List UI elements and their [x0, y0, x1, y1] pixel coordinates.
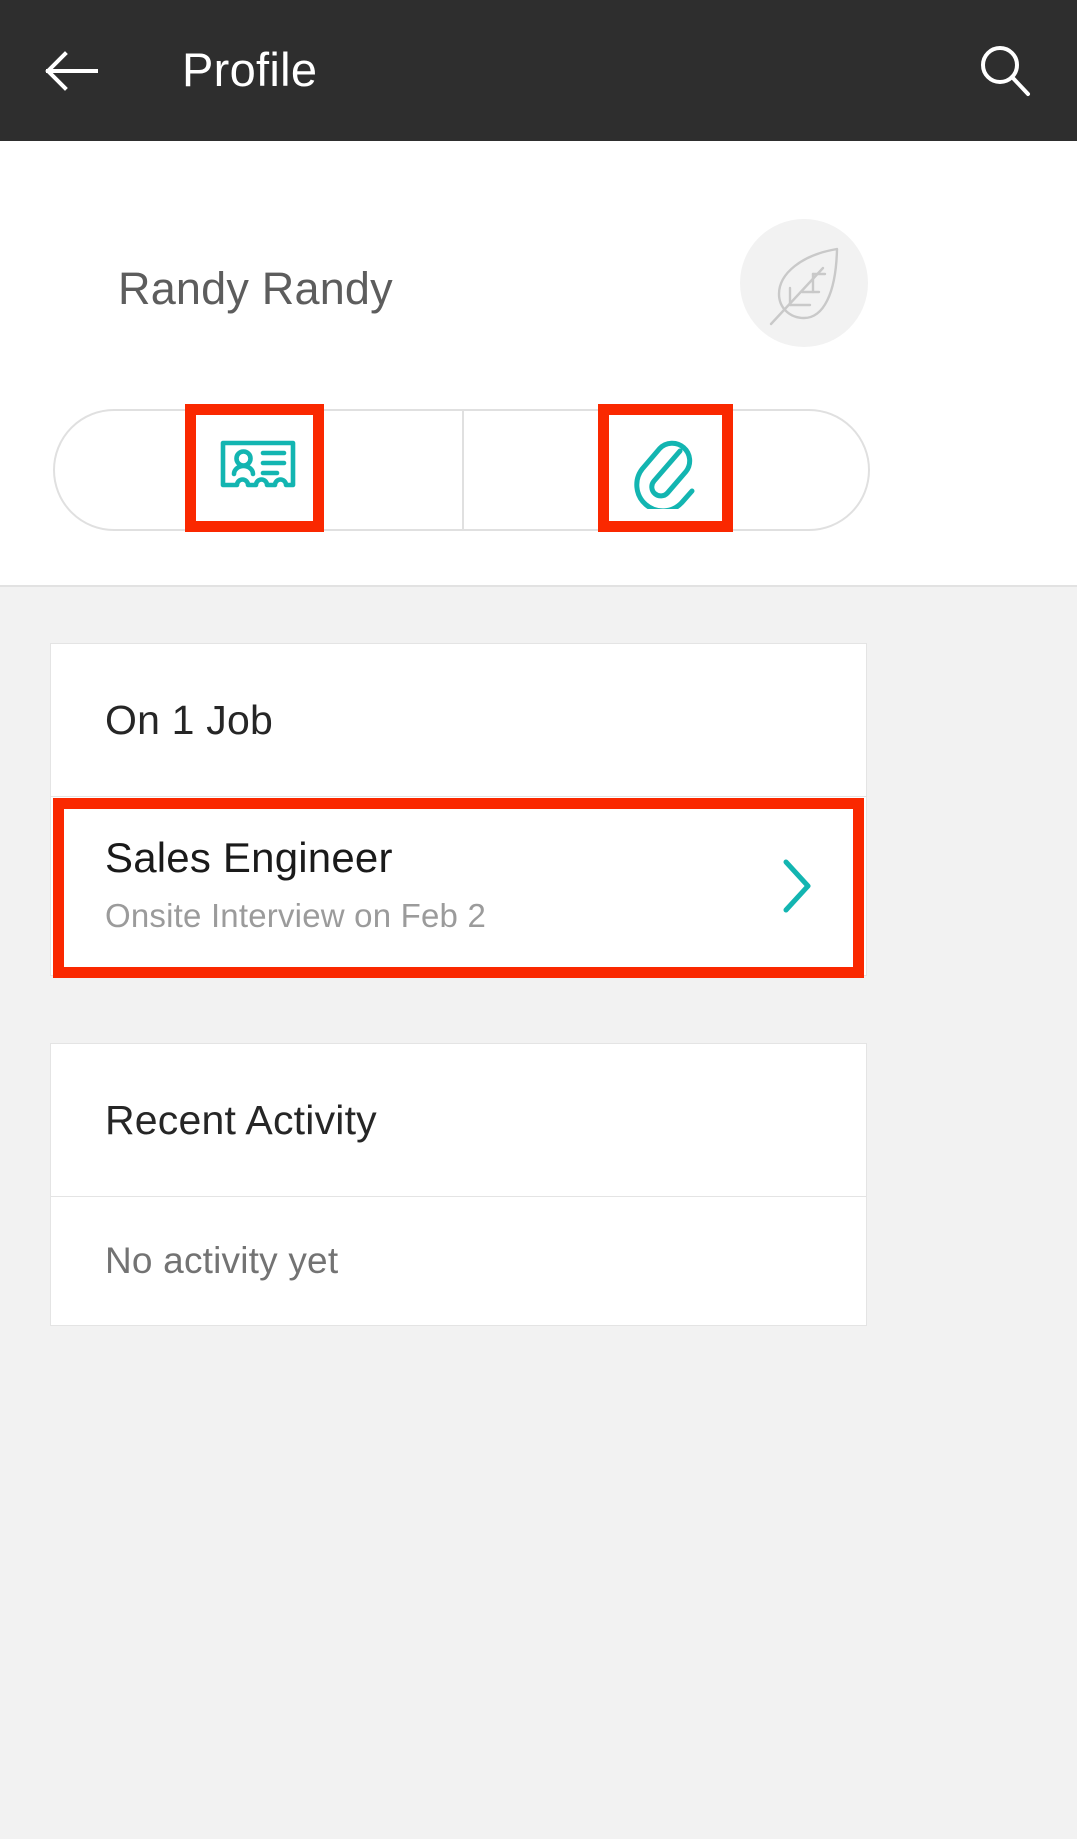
activity-card-title: Recent Activity	[105, 1096, 377, 1143]
arrow-left-icon	[45, 51, 98, 91]
activity-empty-text: No activity yet	[105, 1240, 339, 1281]
back-button[interactable]	[44, 44, 98, 98]
profile-tab-bar	[53, 409, 870, 531]
jobs-card-title: On 1 Job	[105, 696, 273, 743]
profile-screen: Profile Randy Randy On 1 Job Sales Engin…	[0, 0, 1077, 1839]
job-row-texts: Sales Engineer Onsite Interview on Feb 2	[105, 831, 774, 941]
contact-card-icon	[220, 440, 296, 488]
activity-card-header: Recent Activity	[51, 1044, 866, 1197]
job-subtitle: Onsite Interview on Feb 2	[105, 897, 487, 934]
app-bar: Profile	[0, 0, 1077, 141]
job-row-chevron[interactable]	[774, 856, 820, 916]
profile-name: Randy Randy	[118, 263, 393, 314]
search-icon	[981, 46, 1030, 96]
activity-card: Recent Activity No activity yet	[50, 1043, 867, 1326]
activity-empty-row: No activity yet	[51, 1197, 866, 1325]
tab-details[interactable]	[55, 411, 462, 529]
profile-header: Randy Randy	[0, 141, 1077, 587]
job-row[interactable]: Sales Engineer Onsite Interview on Feb 2	[51, 797, 866, 975]
chevron-right-icon	[783, 859, 811, 913]
tab-attachments[interactable]	[461, 411, 869, 529]
jobs-card: On 1 Job Sales Engineer Onsite Interview…	[50, 643, 867, 976]
jobs-card-header: On 1 Job	[51, 644, 866, 797]
leaf-icon	[769, 247, 839, 326]
avatar[interactable]	[740, 219, 868, 347]
job-title: Sales Engineer	[105, 834, 393, 881]
search-button[interactable]	[977, 42, 1033, 98]
page-title: Profile	[182, 43, 318, 96]
paperclip-icon	[634, 440, 695, 509]
